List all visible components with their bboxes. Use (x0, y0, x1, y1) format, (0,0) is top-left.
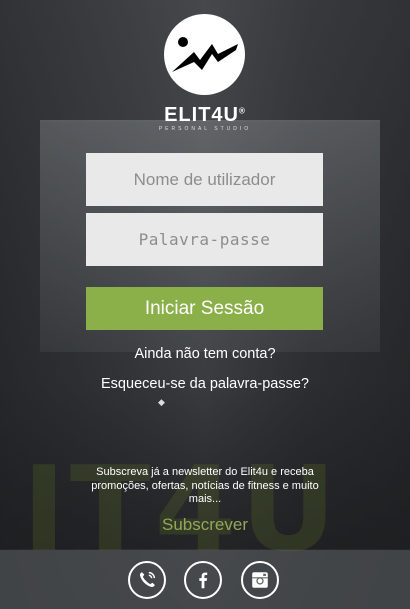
brand-tagline: PERSONAL STUDIO (158, 126, 252, 132)
brand-logo (164, 14, 245, 95)
facebook-icon (199, 572, 208, 589)
subscribe-link[interactable]: Subscrever (0, 515, 410, 535)
phone-button[interactable] (128, 561, 166, 599)
register-link[interactable]: Ainda não tem conta? (0, 346, 410, 362)
decorative-diamond: ◆ (158, 397, 165, 407)
instagram-button[interactable] (241, 561, 279, 599)
instagram-icon (252, 572, 268, 588)
brand-name: ELIT4U® (0, 104, 410, 127)
trademark-symbol: ® (239, 106, 246, 116)
password-input[interactable] (86, 213, 323, 266)
login-button[interactable]: Iniciar Sessão (86, 287, 323, 330)
facebook-button[interactable] (184, 561, 222, 599)
username-input[interactable] (86, 153, 323, 206)
brand-name-text: ELIT4U (164, 104, 239, 126)
forgot-password-link[interactable]: Esqueceu-se da palavra-passe? (0, 376, 410, 392)
phone-icon (140, 571, 156, 587)
logo-mark-icon (164, 14, 245, 95)
newsletter-text: Subscreva já a newsletter do Elit4u e re… (91, 466, 319, 505)
